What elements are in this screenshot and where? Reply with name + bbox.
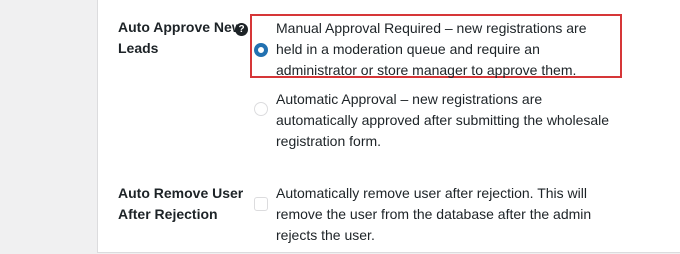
manual-approval-radio[interactable] [254, 43, 268, 57]
auto-approve-label: Auto Approve New Leads [118, 19, 243, 56]
automatic-approval-radio[interactable] [254, 102, 268, 116]
manual-approval-text: Manual Approval Required – new registrat… [276, 20, 587, 78]
automatic-approval-text: Automatic Approval – new registrations a… [276, 91, 610, 149]
auto-remove-text: Automatically remove user after rejectio… [276, 185, 592, 243]
help-icon[interactable]: ? [235, 23, 248, 36]
auto-remove-checkbox[interactable] [254, 197, 268, 211]
auto-remove-label: Auto Remove User After Rejection [118, 185, 244, 222]
